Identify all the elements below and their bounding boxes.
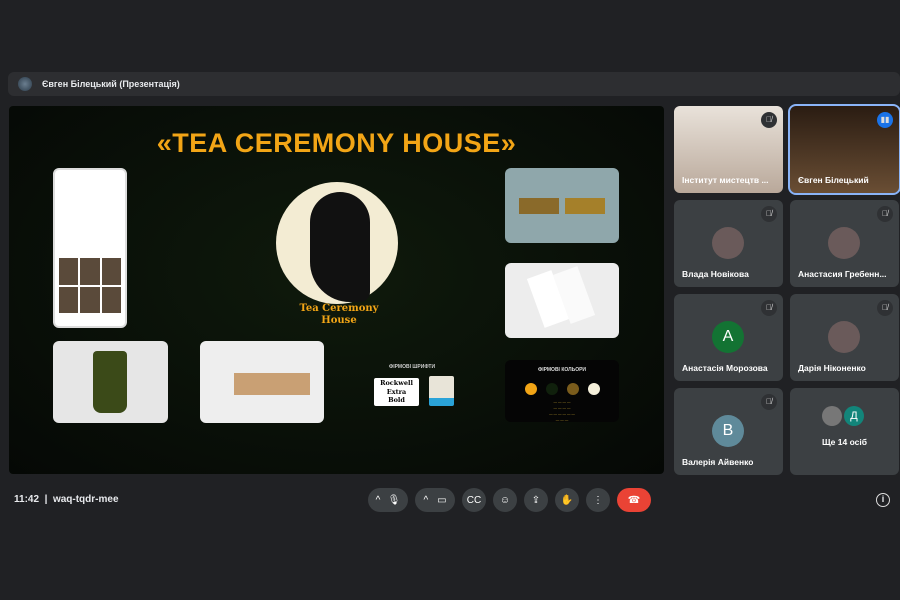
more-options-button[interactable]: ⋮: [586, 488, 610, 512]
avatar: Д: [844, 406, 864, 426]
presentation-stage: «TEA CEREMONY HOUSE» Tea Ceremony House Ф…: [9, 106, 664, 474]
present-icon: ⇪: [531, 494, 541, 506]
microphone-button[interactable]: ^ 🎙: [368, 488, 408, 512]
participant-name: Дарія Ніконенко: [798, 363, 866, 373]
participant-name: Євген Білецький: [798, 175, 869, 185]
fonts-title: ФІРМОВІ ШРИФТИ: [389, 364, 436, 370]
color-swatch: [524, 383, 537, 395]
sign-mockup: [200, 341, 324, 423]
font-word: Extra: [386, 387, 407, 396]
participant-tile[interactable]: 🎙̸ Інститут мистецтв ...: [674, 106, 783, 193]
logo-line-2: House: [321, 315, 357, 326]
avatar: В: [712, 415, 744, 447]
mic-off-icon: 🎙̸: [761, 300, 777, 316]
font-word: Rockwell: [380, 379, 413, 387]
participant-name: Інститут мистецтв ...: [682, 175, 769, 185]
participant-name: Ще 14 осіб: [822, 437, 867, 447]
phone-hangup-icon: ☎: [627, 494, 641, 506]
camera-button[interactable]: ^ ▭: [415, 488, 455, 512]
participant-tile[interactable]: 🎙̸ Дарія Ніконенко: [790, 294, 899, 381]
color-swatch: [545, 383, 558, 395]
reactions-button[interactable]: ☺: [493, 488, 517, 512]
captions-button[interactable]: CC: [462, 488, 486, 512]
time: 11:42: [14, 494, 40, 505]
participant-tile[interactable]: 🎙̸ Анастасия Гребенн...: [790, 200, 899, 287]
packaging-mockup: [505, 263, 619, 338]
emoji-icon: ☺: [499, 494, 511, 506]
instagram-mockup: [53, 168, 127, 328]
logo-line-1: Tea Ceremony: [299, 303, 379, 314]
participant-tile[interactable]: 🎙̸ А Анастасія Морозова: [674, 294, 783, 381]
mic-off-icon: 🎙̸: [761, 206, 777, 222]
info-button[interactable]: i: [876, 493, 890, 507]
presenter-bar: Євген Білецький (Презентація): [8, 72, 900, 96]
presenter-avatar: [18, 77, 32, 91]
participant-name: Влада Новікова: [682, 269, 749, 279]
leave-call-button[interactable]: ☎: [617, 488, 651, 512]
mic-icon: 🎙: [387, 494, 401, 506]
tea-ceremony-logo: [276, 182, 398, 304]
color-swatch: [566, 383, 579, 395]
mic-off-icon: 🎙̸: [877, 206, 893, 222]
meeting-code: waq-tqdr-mee: [52, 494, 119, 505]
avatar: [828, 321, 860, 353]
secondary-font-card: [429, 376, 454, 406]
presenter-label: Євген Білецький (Презентація): [42, 79, 180, 89]
participant-tile[interactable]: Д Ще 14 осіб: [790, 388, 899, 475]
raise-hand-button[interactable]: ✋: [555, 488, 579, 512]
more-vert-icon: ⋮: [593, 494, 603, 506]
avatar: [828, 227, 860, 259]
mic-off-icon: 🎙̸: [877, 300, 893, 316]
font-sample: Rockwell Extra Bold: [374, 378, 419, 406]
participant-name: Валерія Айвенко: [682, 457, 754, 467]
slide-title: «TEA CEREMONY HOUSE»: [156, 128, 517, 158]
bottom-bar: 11:42 | waq-tqdr-mee ^ 🎙 ^ ▭ CC ☺ ⇪ ✋ ⋮ ☎ …: [0, 488, 900, 512]
speaking-icon: ▮▮: [877, 112, 893, 128]
participant-name: Анастасия Гребенн...: [798, 269, 887, 279]
chevron-up-icon[interactable]: ^: [423, 495, 428, 506]
chevron-up-icon[interactable]: ^: [376, 495, 381, 506]
mic-off-icon: 🎙̸: [761, 394, 777, 410]
participant-name: Анастасія Морозова: [682, 363, 768, 373]
avatar: А: [712, 321, 744, 353]
captions-icon: CC: [466, 494, 482, 506]
camera-icon: ▭: [437, 494, 447, 506]
business-card-mockup: [505, 168, 619, 243]
font-word: Bold: [388, 396, 405, 404]
apron-mockup: [53, 341, 168, 423]
participant-tile[interactable]: 🎙̸ Влада Новікова: [674, 200, 783, 287]
hand-icon: ✋: [560, 494, 574, 506]
participant-tile[interactable]: ▮▮ Євген Білецький: [788, 104, 900, 195]
present-button[interactable]: ⇪: [524, 488, 548, 512]
participant-tile[interactable]: 🎙̸ В Валерія Айвенко: [674, 388, 783, 475]
colors-title: ФІРМОВІ КОЛЬОРИ: [537, 367, 587, 373]
avatar: [822, 406, 842, 426]
avatar: [712, 227, 744, 259]
color-swatch: [587, 383, 600, 395]
mic-off-icon: 🎙̸: [761, 112, 777, 128]
brand-colors-card: ФІРМОВІ КОЛЬОРИ — — — — — — — — — — — — — …: [505, 360, 619, 422]
